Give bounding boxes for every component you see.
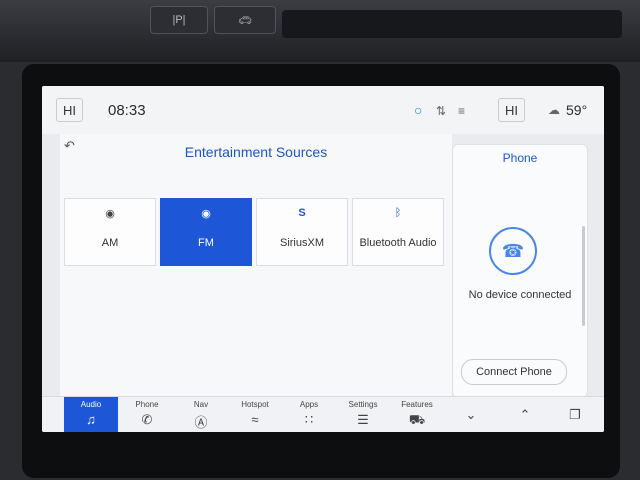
entertainment-panel: ↶ Entertainment Sources ◉ AM ◉ FM S Siri… (60, 134, 461, 396)
status-bar: HI 08:33 ○ ⇅ ≡ HI ☁ 59° (42, 86, 604, 134)
connect-phone-label: Connect Phone (476, 366, 552, 378)
source-label: FM (198, 237, 214, 249)
nav-label: Apps (299, 400, 319, 409)
chevron-down-icon: ⌄ (465, 407, 477, 422)
source-label: SiriusXM (279, 237, 324, 249)
outside-temperature: 59° (566, 102, 588, 118)
navigation-icon: Ⓐ (194, 415, 208, 430)
alexa-icon[interactable]: ○ (414, 102, 422, 118)
climate-right-label: HI (505, 102, 518, 118)
source-tile-siriusxm[interactable]: S SiriusXM (256, 198, 348, 266)
nav-hotspot[interactable]: Hotspot ≈ (228, 397, 282, 432)
data-transfer-icon: ⇅ (436, 104, 447, 118)
phone-panel: Phone ☎ No device connected Connect Phon… (452, 144, 588, 398)
phone-icon: ✆ (141, 412, 153, 427)
nav-label: Audio (80, 400, 102, 409)
nav-apps[interactable]: Apps ∷ (282, 397, 336, 432)
car-wifi-icon: ≈ (251, 412, 259, 427)
antenna-icon: ◉ (105, 208, 115, 220)
nav-nav[interactable]: Nav Ⓐ (174, 397, 228, 432)
nav-settings[interactable]: Settings ☰ (336, 397, 390, 432)
park-label: |P| (172, 14, 186, 26)
bottom-nav: Audio ♫ Phone ✆ Nav Ⓐ Hotspot ≈ Apps ∷ S… (42, 396, 604, 432)
page-title: Entertainment Sources (184, 144, 328, 160)
climate-left-label: HI (63, 102, 76, 118)
nav-label: Phone (135, 400, 159, 409)
chevron-up-icon: ⌃ (519, 407, 531, 422)
park-button[interactable]: |P| (150, 6, 208, 34)
climate-right-button[interactable]: HI (498, 98, 525, 122)
source-tile-bluetooth[interactable]: ᛒ Bluetooth Audio (352, 198, 444, 266)
apps-grid-icon: ∷ (304, 412, 314, 427)
car-features-icon: ⛟ (408, 412, 426, 427)
music-note-icon: ♫ (86, 412, 96, 427)
connect-phone-button[interactable]: Connect Phone (461, 359, 567, 385)
dashboard-top: |P| 🚗︎ (0, 0, 640, 62)
infotainment-screen: HI 08:33 ○ ⇅ ≡ HI ☁ 59° ↶ Entertainment … (42, 86, 604, 432)
climate-left-button[interactable]: HI (56, 98, 83, 122)
source-label: AM (101, 237, 119, 249)
nav-label: Nav (193, 400, 209, 409)
nav-label: Features (401, 400, 433, 409)
siriusxm-icon: S (298, 207, 306, 219)
antenna-waves-icon: ◉ (201, 208, 211, 220)
phone-status-message: No device connected (468, 289, 572, 301)
weather-icon: ☁ (548, 103, 560, 117)
nav-audio[interactable]: Audio ♫ (64, 397, 118, 432)
car-hardware-button[interactable]: 🚗︎ (214, 6, 276, 34)
sliders-icon: ☰ (357, 412, 369, 427)
dashboard-slot (282, 10, 622, 38)
nav-collapse[interactable]: ⌄ (444, 397, 498, 432)
wifi-icon: ≡ (458, 104, 466, 118)
bluetooth-icon: ᛒ (394, 207, 402, 219)
nav-label: Hotspot (241, 400, 269, 409)
phone-panel-title: Phone (502, 151, 538, 165)
layers-icon: ❐ (569, 407, 581, 422)
nav-features[interactable]: Features ⛟ (390, 397, 444, 432)
car-icon: 🚗︎ (238, 14, 252, 27)
nav-layers[interactable]: ❐ (548, 397, 602, 432)
source-tile-am[interactable]: ◉ AM (64, 198, 156, 266)
nav-phone[interactable]: Phone ✆ (120, 397, 174, 432)
nav-label: Settings (348, 400, 378, 409)
clock: 08:33 (108, 102, 146, 119)
phone-icon[interactable]: ☎ (489, 227, 537, 275)
source-label: Bluetooth Audio (359, 237, 437, 249)
source-tile-fm[interactable]: ◉ FM (160, 198, 252, 266)
nav-expand[interactable]: ⌃ (498, 397, 552, 432)
scrollbar[interactable] (582, 226, 585, 326)
